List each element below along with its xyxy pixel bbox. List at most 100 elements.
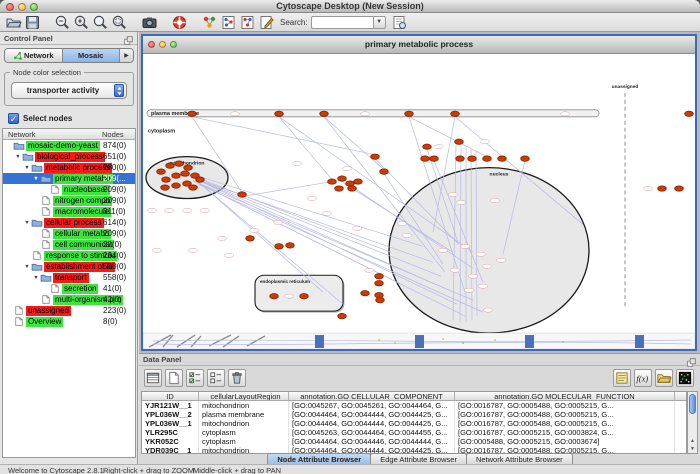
network-graph[interactable]: plasma membranecytoplasmmitochondrionnuc… xyxy=(143,55,695,349)
expand-arrow-icon[interactable]: ▼ xyxy=(23,264,31,270)
column-header[interactable]: _cellularLayoutRegion xyxy=(199,392,289,400)
save-icon[interactable] xyxy=(24,14,41,31)
tab-network-label: Network xyxy=(24,51,54,60)
tree-row[interactable]: ▼transport558(0) xyxy=(3,272,135,283)
table-row[interactable]: YPL036W__2plasma membrane[GO:0044464, GO… xyxy=(142,410,686,419)
tab-network[interactable]: Network xyxy=(5,49,63,62)
tree-row[interactable]: mosaic-demo-yeast874(0) xyxy=(3,140,135,151)
window-titlebar[interactable]: Cytoscape Desktop (New Session) xyxy=(0,0,700,13)
search-group: Search: ▼ xyxy=(280,14,409,31)
table-row[interactable]: YKR052Ccytoplasm[GO:0044464, GO:0044446,… xyxy=(142,437,686,446)
tree-row[interactable]: secretion41(0) xyxy=(3,283,135,294)
expand-arrow-icon[interactable]: ▼ xyxy=(14,154,22,160)
toolbar-separator xyxy=(42,14,53,31)
table-cell: [GO:0045263, GO:0044464, GO:0044455, G..… xyxy=(289,428,455,437)
tree-row[interactable]: response to stimulu264(0) xyxy=(3,250,135,261)
toolbar-icons xyxy=(4,13,276,32)
tree-row[interactable]: nitrogen compo209(0) xyxy=(3,195,135,206)
annotate-scale-icon[interactable] xyxy=(239,14,256,31)
expand-arrow-icon[interactable]: ▼ xyxy=(23,165,31,171)
file-icon xyxy=(31,251,43,260)
float-data-panel-icon[interactable] xyxy=(686,355,697,366)
notepad-icon[interactable] xyxy=(613,369,631,387)
file-icon xyxy=(40,295,52,304)
table-scrollbar[interactable]: ▲ ▼ xyxy=(687,391,698,454)
tree-row[interactable]: ▼biological_process651(0) xyxy=(3,151,135,162)
float-panel-icon[interactable] xyxy=(123,33,134,44)
svg-text:nucleus: nucleus xyxy=(490,172,509,178)
matrix-icon[interactable] xyxy=(676,369,694,387)
tree-row-count: 42(0) xyxy=(103,295,122,304)
search-settings-icon[interactable] xyxy=(391,14,408,31)
network-canvas[interactable]: plasma membranecytoplasmmitochondrionnuc… xyxy=(143,55,695,349)
search-dropdown-icon[interactable]: ▼ xyxy=(373,16,386,29)
zoom-in-icon[interactable] xyxy=(73,14,90,31)
tree-row-count: 558(0) xyxy=(103,273,126,282)
scroll-up-icon[interactable]: ▲ xyxy=(688,437,697,445)
column-header[interactable]: annotation.GO MOLECULAR_FUNCTION xyxy=(455,392,675,400)
svg-text:endoplasmic reticulum: endoplasmic reticulum xyxy=(260,279,310,284)
attr-select-icon[interactable] xyxy=(186,369,204,387)
table-row[interactable]: YLR295Ccytoplasm[GO:0045263, GO:0044464,… xyxy=(142,428,686,437)
scrollbar-thumb[interactable] xyxy=(689,394,696,414)
window-title: Cytoscape Desktop (New Session) xyxy=(0,1,700,11)
trash-icon[interactable] xyxy=(228,369,246,387)
attribute-table[interactable]: ID_cellularLayoutRegionannotation.GO CEL… xyxy=(141,391,687,454)
tab-overflow-arrow-icon[interactable]: ▶ xyxy=(120,49,133,62)
open-icon[interactable] xyxy=(5,14,22,31)
expand-arrow-icon[interactable]: ▼ xyxy=(23,220,31,226)
snapshot-icon[interactable] xyxy=(141,14,158,31)
zoom-fit-icon[interactable] xyxy=(92,14,109,31)
tree-row[interactable]: ▼primary metabo209(... xyxy=(3,173,135,184)
expand-arrow-icon[interactable]: ▼ xyxy=(32,275,40,281)
zoom-selected-icon[interactable] xyxy=(111,14,128,31)
import-icon[interactable] xyxy=(655,369,673,387)
tree-row[interactable]: nucleobase-209(0) xyxy=(3,184,135,195)
zoom-out-icon[interactable] xyxy=(54,14,71,31)
tree-row-label: biological_process xyxy=(35,152,105,162)
table-cell: [GO:0044464, GO:0044444, GO:0044425, G..… xyxy=(289,410,455,419)
table-grid-icon[interactable] xyxy=(144,369,162,387)
select-nodes-checkbox[interactable]: ✓ xyxy=(8,113,19,124)
tree-row[interactable]: multi-organism pro42(0) xyxy=(3,294,135,305)
column-header[interactable]: ID xyxy=(142,392,199,400)
folder-icon xyxy=(31,163,43,172)
search-input[interactable] xyxy=(311,16,373,29)
column-header[interactable]: annotation.GO CELLULAR_COMPONENT xyxy=(289,392,455,400)
table-cell: cytoplasm xyxy=(199,428,289,437)
tree-row-count: 874(0) xyxy=(103,141,126,150)
workspace-area: primary metabolic process plasma membran… xyxy=(139,32,700,464)
tree-row[interactable]: cellular metabo209(0) xyxy=(3,228,135,239)
tab-mosaic[interactable]: Mosaic xyxy=(63,49,121,62)
formula-icon[interactable]: f(x) xyxy=(634,369,652,387)
tree-row[interactable]: unassigned223(0) xyxy=(3,305,135,316)
table-cell: cytoplasm xyxy=(199,437,289,446)
folder-icon xyxy=(31,218,43,227)
network-view-titlebar[interactable]: primary metabolic process xyxy=(143,36,695,54)
table-row[interactable]: YPL036W__1mitochondrion[GO:0044464, GO:0… xyxy=(142,419,686,428)
node-color-dropdown[interactable]: transporter activity xyxy=(11,82,127,99)
tree-row-label: Overview xyxy=(26,317,63,327)
tree-row[interactable]: ▼establishment of lo558(0) xyxy=(3,261,135,272)
vizmapper-icon[interactable] xyxy=(201,14,218,31)
tree-row[interactable]: ▼metabolic process280(0) xyxy=(3,162,135,173)
expand-arrow-icon[interactable]: ▼ xyxy=(32,176,40,182)
tree-row[interactable]: Overview8(0) xyxy=(3,316,135,327)
edit-icon[interactable] xyxy=(258,14,275,31)
table-row[interactable]: YJR121W__1mitochondrion[GO:0045267, GO:0… xyxy=(142,401,686,410)
toolbar-separator xyxy=(159,14,170,31)
attr-clear-icon[interactable] xyxy=(207,369,225,387)
scroll-down-icon[interactable]: ▼ xyxy=(688,445,697,453)
tree-row[interactable]: ▼cellular process614(0) xyxy=(3,217,135,228)
network-view-frame[interactable]: primary metabolic process plasma membran… xyxy=(141,34,697,351)
new-page-icon[interactable] xyxy=(165,369,183,387)
help-icon[interactable] xyxy=(171,14,188,31)
tree-row-count: 223(0) xyxy=(103,306,126,315)
tree-row[interactable]: macromolecule311(0) xyxy=(3,206,135,217)
render-artifact-strip xyxy=(143,333,695,349)
annotate-grid-icon[interactable] xyxy=(220,14,237,31)
file-icon xyxy=(40,207,52,216)
tree-row[interactable]: cell communicat22(0) xyxy=(3,239,135,250)
table-cell: mitochondrion xyxy=(199,401,289,410)
tree-row-count: 311(0) xyxy=(103,207,126,216)
